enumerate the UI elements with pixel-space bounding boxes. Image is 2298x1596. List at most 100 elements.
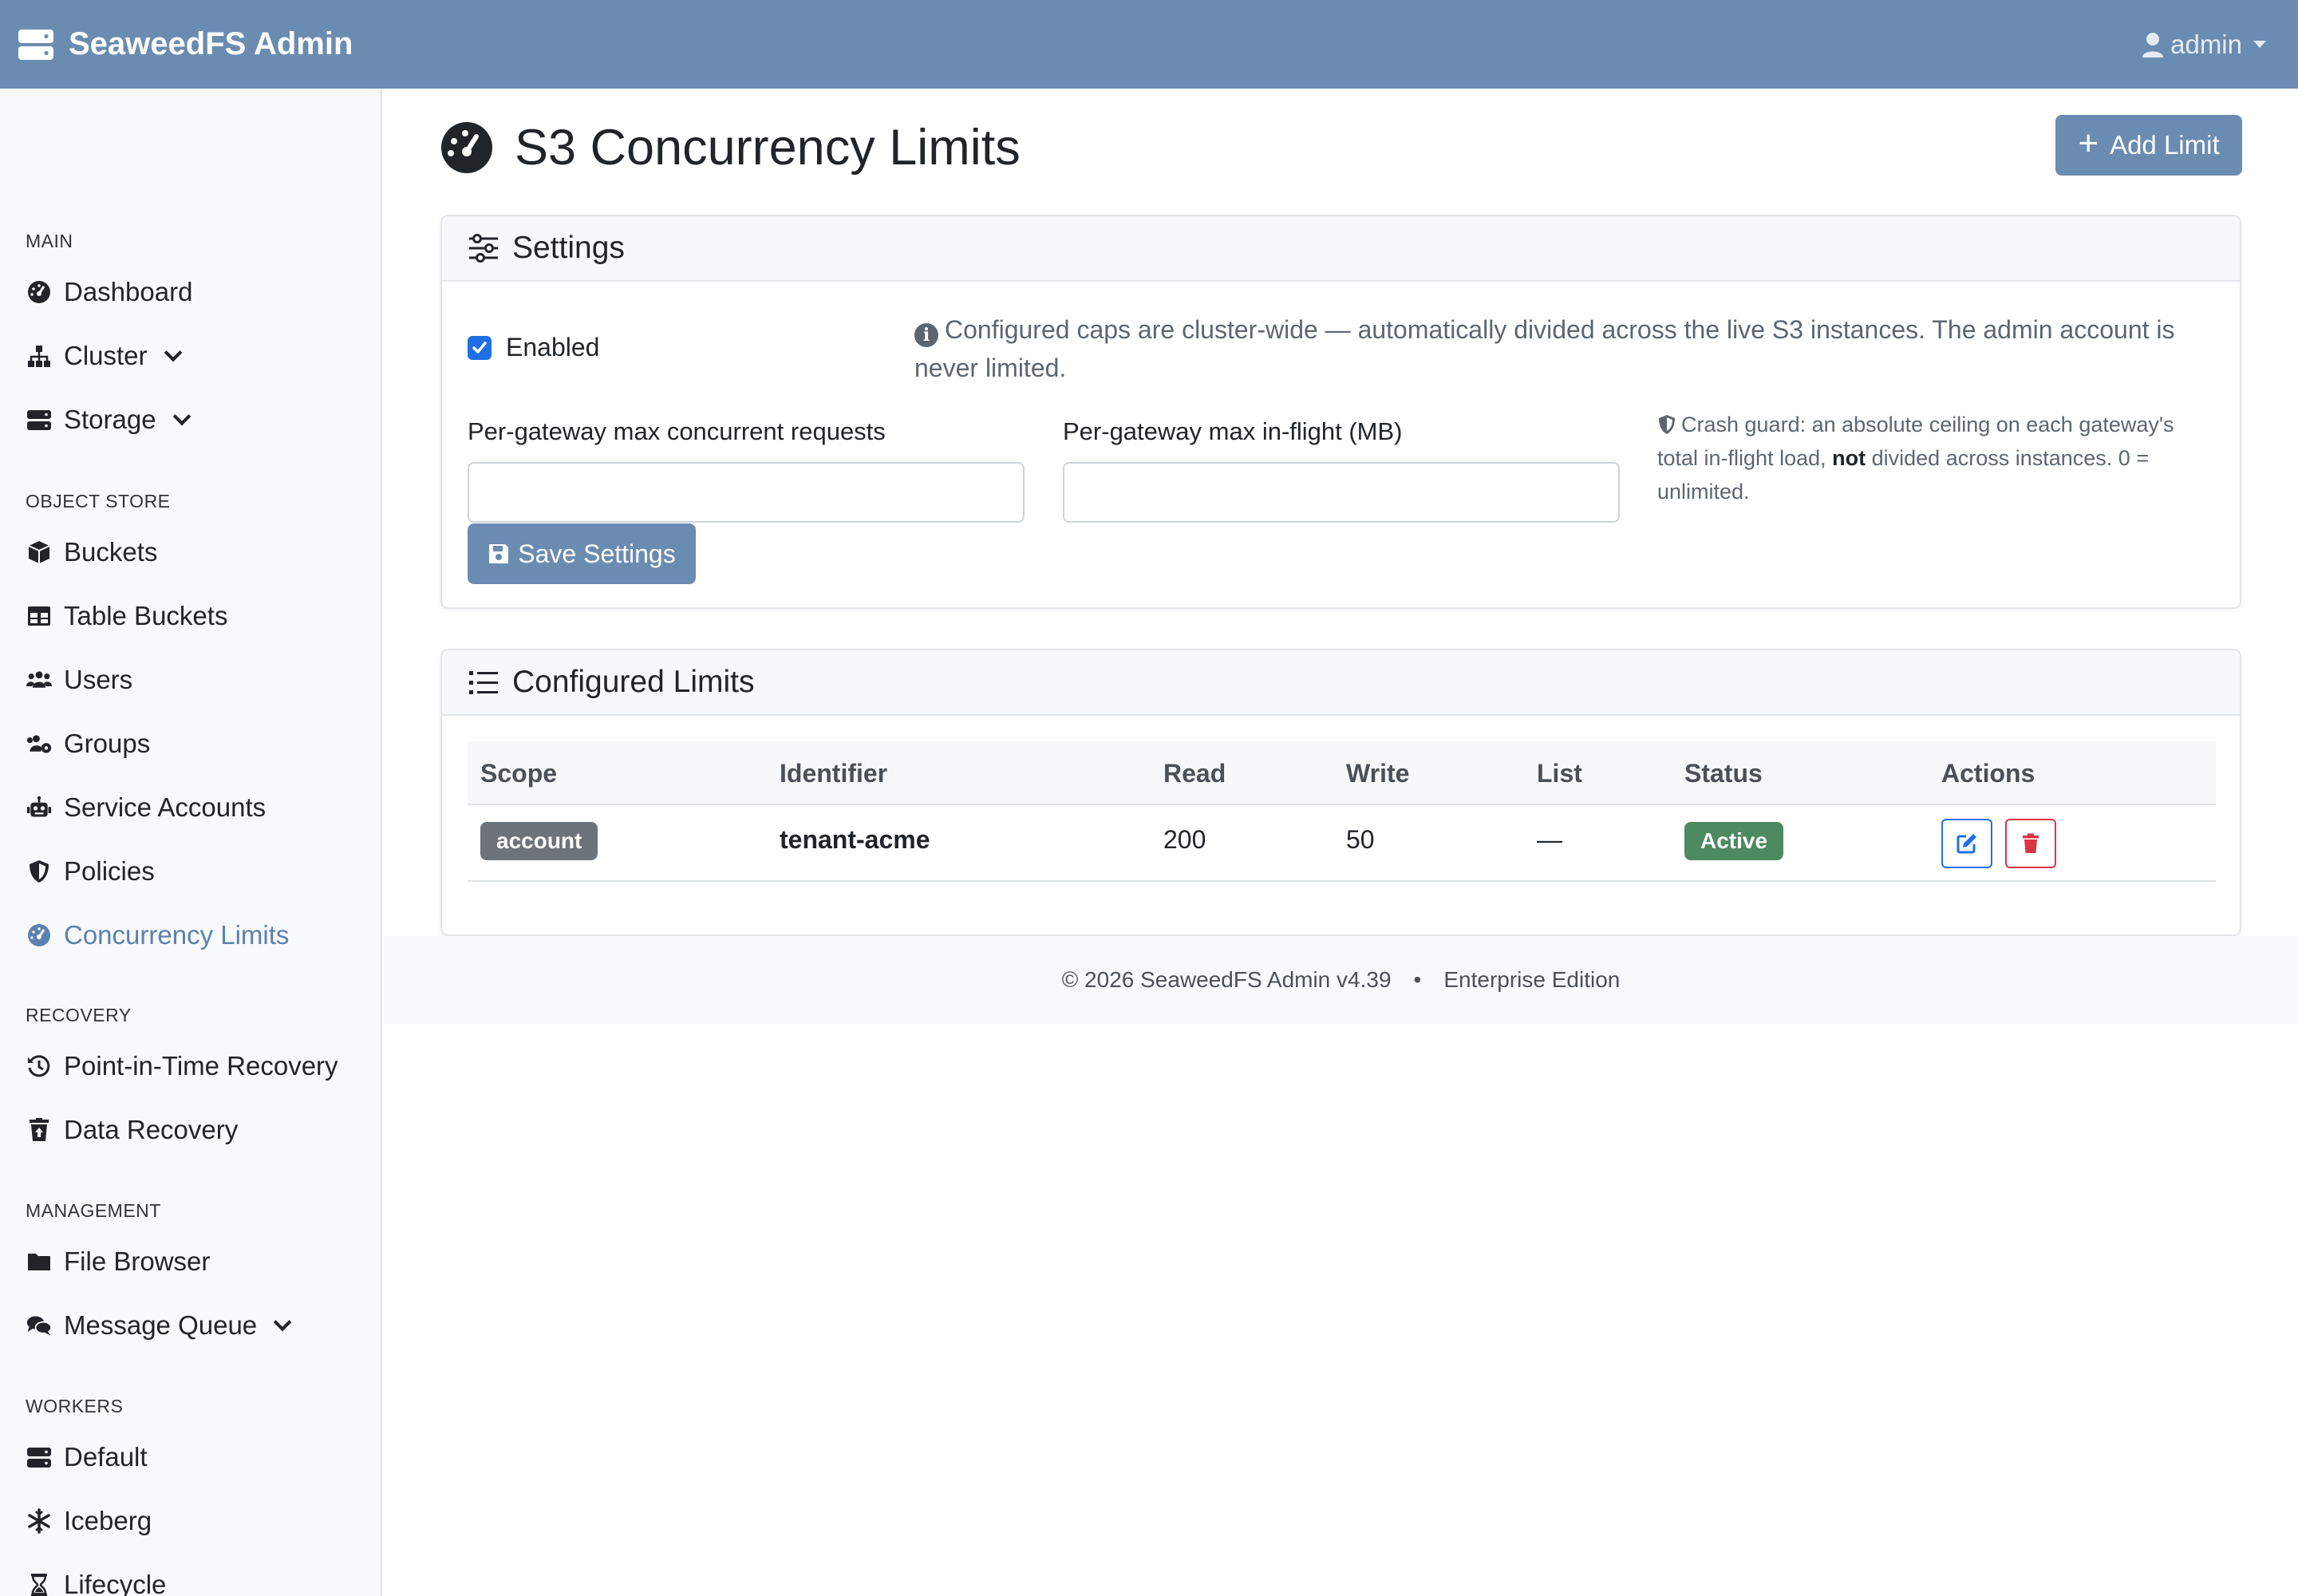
column-header-status[interactable]: Status <box>1684 741 1763 805</box>
sidebar-item-cluster[interactable]: Cluster <box>26 338 182 373</box>
sidebar-item-label: Message Queue <box>64 1310 258 1340</box>
sidebar-item-service-accounts[interactable]: Service Accounts <box>26 790 266 825</box>
max-requests-label: Per-gateway max concurrent requests <box>468 417 886 445</box>
list-icon <box>469 671 498 694</box>
write-cell: 50 <box>1346 825 1375 854</box>
status-cell: Active <box>1684 805 1784 874</box>
configured-limits-title: Configured Limits <box>512 665 755 699</box>
sidebar-heading-workers: WORKERS <box>26 1396 124 1416</box>
sidebar-item-policies[interactable]: Policies <box>26 854 155 889</box>
caret-down-icon <box>2253 41 2266 48</box>
sidebar-item-message-queue[interactable]: Message Queue <box>26 1308 292 1343</box>
crash-guard-bold: not <box>1832 446 1866 470</box>
gauge-icon <box>26 922 53 949</box>
settings-card: Settings Enabled i Configured caps are cl… <box>440 215 2241 609</box>
identifier-cell: tenant-acme <box>780 825 930 854</box>
settings-title: Settings <box>512 231 625 265</box>
table-icon <box>26 602 53 630</box>
sidebar-item-buckets[interactable]: Buckets <box>26 535 157 570</box>
sidebar-item-label: Policies <box>64 856 155 886</box>
enabled-checkbox[interactable] <box>468 335 492 360</box>
sidebar-item-label: File Browser <box>64 1246 211 1276</box>
sidebar-item-concurrency-limits[interactable]: Concurrency Limits <box>26 918 289 953</box>
sidebar-item-label: Users <box>64 665 133 694</box>
brand-title: SeaweedFS Admin <box>69 26 353 61</box>
user-menu[interactable]: admin <box>2142 30 2266 60</box>
sidebar-item-iceberg[interactable]: Iceberg <box>26 1503 152 1539</box>
comments-icon <box>26 1312 53 1339</box>
max-inflight-label: Per-gateway max in-flight (MB) <box>1063 417 1403 445</box>
robot-icon <box>26 794 53 821</box>
hourglass-icon <box>26 1571 53 1596</box>
column-header-actions: Actions <box>1941 759 2035 788</box>
sidebar-heading-object-store: OBJECT STORE <box>26 491 171 512</box>
sidebar-item-label: Lifecycle <box>64 1570 167 1596</box>
sliders-icon <box>469 234 498 263</box>
info-icon: i <box>914 323 938 347</box>
limits-table: Scope Identifier Read Write List Status … <box>468 741 2216 882</box>
page-title: S3 Concurrency Limits <box>515 120 1021 176</box>
footer-copyright: © 2026 SeaweedFS Admin v4.39 <box>1061 967 1392 992</box>
sidebar-item-label: Default <box>64 1442 148 1472</box>
read-cell: 200 <box>1163 825 1206 854</box>
max-requests-input[interactable] <box>468 462 1025 523</box>
page-header: S3 Concurrency Limits <box>440 119 1021 176</box>
add-limit-button[interactable]: + Add Limit <box>2055 115 2242 176</box>
table-header: Scope Identifier Read Write List Status … <box>468 741 2216 805</box>
snowflake-icon <box>26 1507 53 1535</box>
dashboard-icon <box>26 279 53 306</box>
sidebar-item-label: Dashboard <box>64 277 193 306</box>
sidebar-item-lifecycle[interactable]: Lifecycle <box>26 1567 166 1596</box>
sidebar-item-data-recovery[interactable]: Data Recovery <box>26 1112 238 1148</box>
footer-separator: • <box>1413 967 1422 992</box>
sidebar-item-point-in-time-recovery[interactable]: Point-in-Time Recovery <box>26 1049 338 1084</box>
edit-button[interactable] <box>1941 819 1992 868</box>
enabled-toggle[interactable]: Enabled <box>468 333 599 362</box>
folder-icon <box>26 1248 53 1275</box>
chevron-down-icon <box>164 343 182 362</box>
column-header-identifier[interactable]: Identifier <box>780 741 887 805</box>
sidebar-item-label: Buckets <box>64 537 158 567</box>
sidebar-item-label: Table Buckets <box>64 601 228 630</box>
brand[interactable]: SeaweedFS Admin <box>18 26 353 62</box>
scope-cell: account <box>480 805 598 874</box>
history-icon <box>26 1053 53 1080</box>
list-cell: — <box>1537 825 1562 854</box>
settings-card-header: Settings <box>442 216 2240 282</box>
sidebar-item-users[interactable]: Users <box>26 662 132 697</box>
column-header-scope[interactable]: Scope <box>480 741 557 805</box>
delete-button[interactable] <box>2005 819 2056 868</box>
sidebar-item-default[interactable]: Default <box>26 1440 148 1475</box>
cube-icon <box>26 539 53 566</box>
user-icon <box>2142 32 2164 57</box>
table-row: account tenant-acme 200 50 — Active <box>468 805 2216 882</box>
sidebar-item-dashboard[interactable]: Dashboard <box>26 275 192 310</box>
server-icon <box>26 1444 53 1471</box>
sidebar-item-file-browser[interactable]: File Browser <box>26 1244 210 1279</box>
cluster-wide-info: i Configured caps are cluster-wide — auto… <box>914 310 2215 387</box>
sidebar-item-groups[interactable]: Groups <box>26 726 150 761</box>
sidebar-item-table-buckets[interactable]: Table Buckets <box>26 598 227 634</box>
save-settings-button[interactable]: Save Settings <box>468 523 696 584</box>
cluster-wide-info-text: Configured caps are cluster-wide — autom… <box>914 315 2175 382</box>
column-header-read[interactable]: Read <box>1163 741 1226 805</box>
chevron-down-icon <box>273 1313 292 1332</box>
sidebar-heading-recovery: RECOVERY <box>26 1005 132 1025</box>
users-icon <box>26 666 53 693</box>
status-badge: Active <box>1684 822 1784 860</box>
sidebar-item-label: Cluster <box>64 341 148 370</box>
sidebar-item-label: Concurrency Limits <box>64 920 290 950</box>
server-icon <box>26 406 53 433</box>
sidebar-heading-management: MANAGEMENT <box>26 1200 161 1221</box>
sidebar-item-storage[interactable]: Storage <box>26 402 191 437</box>
column-header-write[interactable]: Write <box>1346 741 1409 805</box>
plus-icon: + <box>2078 124 2099 163</box>
column-header-list[interactable]: List <box>1537 741 1582 805</box>
sidebar-item-label: Service Accounts <box>64 792 267 822</box>
footer: © 2026 SeaweedFS Admin v4.39 • Enterpris… <box>384 936 2298 1024</box>
gauge-icon <box>441 122 492 173</box>
sidebar-item-label: Iceberg <box>64 1506 152 1535</box>
shield-icon <box>1659 415 1675 434</box>
trash-icon <box>2023 833 2039 853</box>
max-inflight-input[interactable] <box>1063 462 1620 523</box>
